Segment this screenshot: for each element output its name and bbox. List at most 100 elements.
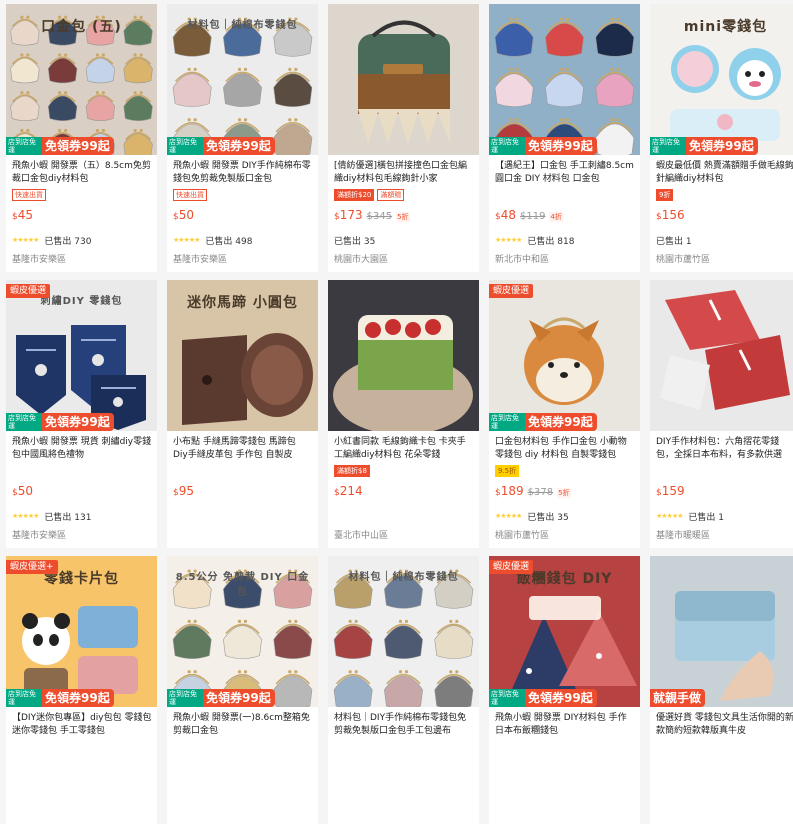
price-row: $159 [656, 484, 793, 498]
shopee-preferred-badge: 蝦皮優選 [489, 284, 534, 298]
free-shipping-tag: 店到店免運 免領券99起 [489, 137, 597, 155]
rating-sold-row: 已售出 1 [656, 234, 793, 247]
product-image[interactable]: mini零錢包 店到店免運 免領券99起 [650, 4, 793, 155]
product-info: 飛魚小蝦 開發票 現貨 刺繡diy零錢包中國風將色禮物 $50 ★★★★★ 已售出 … [6, 431, 157, 541]
price: 173 [339, 208, 363, 222]
product-card[interactable]: 迷你馬蹄 小圓包 小布點 手縫馬蹄零錢包 馬蹄包 Diy手縫皮革包 手作包 自製… [167, 280, 318, 548]
product-image[interactable]: 口金包 (五) 店到店免運 免領券99起 [6, 4, 157, 155]
product-title[interactable]: 飛魚小蝦 開發票 DIY手作純棉布零錢包免剪裁免製版口金包 [173, 160, 313, 186]
product-image[interactable]: 就親手做 [650, 556, 793, 707]
product-card[interactable]: 口金包 (五) 店到店免運 免領券99起 飛魚小蝦 開發票（五）8.5cm免剪裁口金… [6, 4, 157, 272]
price-row: $173 $345 5折 [334, 208, 474, 222]
product-info: DIY手作材料包：六角摺花零錢包，全採日本布料，有多款供選 $159 ★★★★★ 已… [650, 431, 793, 541]
price: 45 [17, 208, 34, 222]
seller-location: 臺北市中山區 [334, 531, 389, 541]
product-card[interactable]: 小紅書同款 毛線鉤織卡包 卡夾手工編織diy材料包 花朵零錢 滿額折$8 $21… [328, 280, 479, 548]
product-info: 飛魚小蝦 開發票（五）8.5cm免剪裁口金包diy材料包 快速出貨 $45 ★★★… [6, 155, 157, 265]
promo-badges [334, 740, 474, 754]
product-info: 【遇紀王】口金包 手工刺繡8.5cm 圓口金 DIY 材料包 口金包 $48 $1… [489, 155, 640, 265]
promo-badge: 快速出貨 [12, 189, 46, 201]
product-card[interactable]: mini零錢包 店到店免運 免領券99起 蝦皮最低價 熱賣滿額贈手做毛線鉤針編織di… [650, 4, 793, 272]
product-title[interactable]: 優選好貨 零錢包文具生活你開的新款簡約短款韓版真牛皮 [656, 712, 793, 738]
product-card[interactable]: 材料包｜純棉布零錢包 材料包｜DIY手作純棉布零錢包免剪裁免製版口金包手工包邊布 [328, 556, 479, 824]
price: 50 [178, 208, 195, 222]
product-photo [650, 556, 793, 707]
product-title[interactable]: 飛魚小蝦 開發票（五）8.5cm免剪裁口金包diy材料包 [12, 160, 152, 186]
promo-badge: 9折 [656, 189, 674, 201]
rating-sold-row: ★★★★★ 已售出 131 [12, 510, 152, 523]
product-title[interactable]: 飛魚小蝦 開發票 DIY材料包 手作 日本布飯糰錢包 [495, 712, 635, 738]
product-title[interactable]: 口金包材料包 手作口金包 小動物零錢包 diy 材料包 自製零錢包 [495, 436, 635, 462]
sold-count: 已售出 131 [44, 512, 92, 523]
promo-badges [12, 464, 152, 478]
sold-count: 已售出 35 [334, 236, 376, 247]
rating-sold-row: ★★★★★ 已售出 818 [495, 234, 635, 247]
product-title[interactable]: 【遇紀王】口金包 手工刺繡8.5cm 圓口金 DIY 材料包 口金包 [495, 160, 635, 186]
product-card[interactable]: 飯糰錢包 DIY 蝦皮優選 店到店免運 免領券99起 飛魚小蝦 開發票 DIY材料包 … [489, 556, 640, 824]
discount-badge: 4折 [549, 212, 563, 222]
star-icon: ★★★★★ [495, 512, 522, 520]
price: 159 [661, 484, 685, 498]
free-shipping-tag: 就親手做 [650, 689, 706, 707]
product-card[interactable]: 就親手做 優選好貨 零錢包文具生活你開的新款簡約短款韓版真牛皮 [650, 556, 793, 824]
product-card[interactable]: 材料包｜純棉布零錢包 店到店免運 免領券99起 飛魚小蝦 開發票 DIY手作純棉布零… [167, 4, 318, 272]
product-card[interactable]: 刺繡DIY 零錢包 蝦皮優選 店到店免運 免領券99起 飛魚小蝦 開發票 現貨 刺繡d… [6, 280, 157, 548]
image-caption: 口金包 (五) [41, 19, 122, 35]
product-image[interactable]: 零錢卡片包 蝦皮優選+ 店到店免運 免領券99起 [6, 556, 157, 707]
product-info: 小紅書同款 毛線鉤織卡包 卡夾手工編織diy材料包 花朵零錢 滿額折$8 $21… [328, 431, 479, 541]
free-shipping-tag: 店到店免運 免領券99起 [650, 137, 758, 155]
product-title[interactable]: 材料包｜DIY手作純棉布零錢包免剪裁免製版口金包手工包邊布 [334, 712, 474, 738]
product-info: 【DIY迷你包專區】diy包包 零錢包 迷你零錢包 手工零錢包 [6, 707, 157, 754]
shipping-label: 店到店免運 [6, 413, 42, 431]
product-card[interactable]: [倩紡優選]橫包拼接撞色口金包編織diy材料包毛線鉤針小家 滿額折$20 滿額贈 … [328, 4, 479, 272]
product-card[interactable]: 店到店免運 免領券99起 【遇紀王】口金包 手工刺繡8.5cm 圓口金 DIY 材… [489, 4, 640, 272]
product-title[interactable]: 飛魚小蝦 開發票 現貨 刺繡diy零錢包中國風將色禮物 [12, 436, 152, 462]
product-image[interactable]: 迷你馬蹄 小圓包 [167, 280, 318, 431]
promo-badge: 滿額折$8 [334, 465, 370, 477]
coupon-label: 免領券99起 [686, 137, 758, 155]
product-card[interactable]: DIY手作材料包：六角摺花零錢包，全採日本布料，有多款供選 $159 ★★★★★ 已… [650, 280, 793, 548]
promo-badges: 快速出貨 [173, 188, 313, 202]
product-card[interactable]: 蝦皮優選 店到店免運 免領券99起 口金包材料包 手作口金包 小動物零錢包 diy … [489, 280, 640, 548]
product-card[interactable]: 零錢卡片包 蝦皮優選+ 店到店免運 免領券99起 【DIY迷你包專區】diy包包 零錢… [6, 556, 157, 824]
price: 156 [661, 208, 685, 222]
promo-badge: 滿額贈 [377, 189, 405, 201]
product-card[interactable]: 8.5公分 免剪裁 DIY 口金包 店到店免運 免領券99起 飛魚小蝦 開發票(一)… [167, 556, 318, 824]
product-image[interactable]: 材料包｜純棉布零錢包 [328, 556, 479, 707]
product-image[interactable]: 店到店免運 免領券99起 [489, 4, 640, 155]
product-title[interactable]: 飛魚小蝦 開發票(一)8.6cm整箱免剪裁口金包 [173, 712, 313, 738]
product-image[interactable]: 8.5公分 免剪裁 DIY 口金包 店到店免運 免領券99起 [167, 556, 318, 707]
product-info: 蝦皮最低價 熱賣滿額贈手做毛線鉤針編織diy材料包 9折 $156 已售出 1 桃園… [650, 155, 793, 265]
discount-badge: 5折 [557, 488, 571, 498]
product-image[interactable]: 材料包｜純棉布零錢包 店到店免運 免領券99起 [167, 4, 318, 155]
promo-badges [495, 188, 635, 202]
product-image[interactable]: 刺繡DIY 零錢包 蝦皮優選 店到店免運 免領券99起 [6, 280, 157, 431]
product-title[interactable]: 蝦皮最低價 熱賣滿額贈手做毛線鉤針編織diy材料包 [656, 160, 793, 186]
shipping-label: 店到店免運 [6, 137, 42, 155]
price: 189 [500, 484, 524, 498]
price-row: $45 [12, 208, 152, 222]
sold-count: 已售出 730 [44, 236, 92, 247]
coupon-label: 免領券99起 [525, 689, 597, 707]
coupon-label: 免領券99起 [42, 689, 114, 707]
product-info: 優選好貨 零錢包文具生活你開的新款簡約短款韓版真牛皮 [650, 707, 793, 754]
product-image[interactable]: 飯糰錢包 DIY 蝦皮優選 店到店免運 免領券99起 [489, 556, 640, 707]
product-info: 飛魚小蝦 開發票(一)8.6cm整箱免剪裁口金包 [167, 707, 318, 754]
price: 50 [17, 484, 34, 498]
product-image[interactable]: 蝦皮優選 店到店免運 免領券99起 [489, 280, 640, 431]
product-title[interactable]: DIY手作材料包：六角摺花零錢包，全採日本布料，有多款供選 [656, 436, 793, 462]
promo-badges [173, 740, 313, 754]
product-title[interactable]: [倩紡優選]橫包拼接撞色口金包編織diy材料包毛線鉤針小家 [334, 160, 474, 186]
promo-badges: 滿額折$8 [334, 464, 474, 478]
rating-sold-row: ★★★★★ 已售出 35 [495, 510, 635, 523]
product-image[interactable] [328, 4, 479, 155]
coupon-label: 免領券99起 [42, 137, 114, 155]
free-shipping-tag: 店到店免運 免領券99起 [167, 689, 275, 707]
product-title[interactable]: 小紅書同款 毛線鉤織卡包 卡夾手工編織diy材料包 花朵零錢 [334, 436, 474, 462]
product-image[interactable] [650, 280, 793, 431]
product-title[interactable]: 小布點 手縫馬蹄零錢包 馬蹄包 Diy手縫皮革包 手作包 自製皮 [173, 436, 313, 462]
seller-location: 桃園市大園區 [334, 255, 389, 265]
product-title[interactable]: 【DIY迷你包專區】diy包包 零錢包 迷你零錢包 手工零錢包 [12, 712, 152, 738]
product-image[interactable] [328, 280, 479, 431]
product-info: 小布點 手縫馬蹄零錢包 馬蹄包 Diy手縫皮革包 手作包 自製皮 $95 [167, 431, 318, 522]
